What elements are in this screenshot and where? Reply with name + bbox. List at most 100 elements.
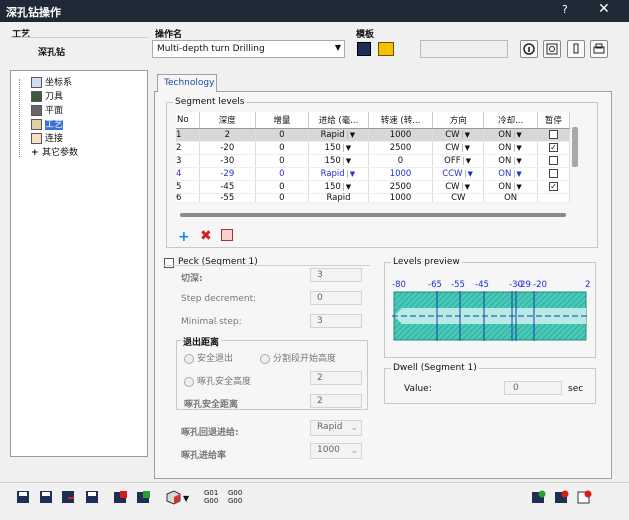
cell-direction[interactable]: OFF ▼ bbox=[432, 154, 485, 168]
chevron-down-icon[interactable]: ▼ bbox=[462, 182, 471, 191]
cell-direction[interactable]: CCW ▼ bbox=[432, 167, 485, 181]
safe-exit-radio[interactable]: 安全退出 bbox=[184, 351, 233, 364]
cell-depth[interactable]: -55 bbox=[199, 193, 256, 203]
cell-coolant[interactable]: ON ▼ bbox=[483, 154, 538, 168]
copy-row-icon[interactable] bbox=[221, 229, 233, 241]
column-header[interactable]: 冷却... bbox=[483, 112, 538, 129]
cell-speed[interactable]: 1000 bbox=[368, 193, 434, 203]
help-button[interactable]: ? bbox=[562, 3, 568, 16]
cell-speed[interactable]: 2500 bbox=[368, 141, 434, 155]
save-icon[interactable] bbox=[15, 489, 33, 507]
cell-increment[interactable]: 0 bbox=[255, 193, 310, 203]
cell-pause[interactable] bbox=[537, 154, 571, 168]
chevron-down-icon[interactable]: ▼ bbox=[343, 156, 352, 165]
pause-checkbox[interactable] bbox=[548, 129, 558, 139]
add-row-icon[interactable]: + bbox=[178, 229, 190, 245]
retract-feed-combo[interactable]: Rapid ⌄ bbox=[310, 420, 362, 436]
peck-safe-height-field[interactable]: 2 bbox=[310, 371, 362, 385]
cell-feed[interactable]: Rapid bbox=[308, 193, 369, 203]
cell-feed[interactable]: 150 ▼ bbox=[308, 154, 369, 168]
chevron-down-icon[interactable]: ▼ bbox=[462, 143, 471, 152]
tree-item-tool[interactable]: 刀具 bbox=[31, 89, 63, 103]
pause-checkbox[interactable] bbox=[548, 168, 558, 178]
cell-pause[interactable] bbox=[537, 128, 571, 142]
column-header[interactable]: 增量 bbox=[255, 112, 310, 129]
calculate-close-icon[interactable] bbox=[135, 489, 153, 507]
chevron-down-icon[interactable]: ▼ bbox=[514, 169, 523, 178]
cell-depth[interactable]: -29 bbox=[199, 167, 256, 181]
cell-direction[interactable]: CW bbox=[432, 193, 485, 203]
peck-safe-dist-field[interactable]: 2 bbox=[310, 394, 362, 408]
cell-coolant[interactable]: ON ▼ bbox=[483, 180, 538, 194]
delete-row-icon[interactable]: ✖ bbox=[200, 228, 212, 244]
cell-pause[interactable] bbox=[537, 167, 571, 181]
hint-icon[interactable] bbox=[567, 40, 585, 58]
chevron-down-icon[interactable]: ▼ bbox=[514, 156, 523, 165]
column-header[interactable]: 方向 bbox=[432, 112, 485, 129]
cell-feed[interactable]: Rapid ▼ bbox=[308, 128, 369, 142]
table-row[interactable]: 2 -20 0 150 ▼ 2500 CW ▼ ON ▼ ✓ bbox=[176, 141, 571, 155]
cell-feed[interactable]: 150 ▼ bbox=[308, 180, 369, 194]
cell-increment[interactable]: 0 bbox=[255, 128, 310, 142]
table-row[interactable]: 6 -55 0 Rapid 1000 CW ON bbox=[176, 193, 571, 203]
save-template-icon[interactable] bbox=[357, 42, 371, 56]
print-icon[interactable] bbox=[590, 40, 608, 58]
cell-speed[interactable]: 0 bbox=[368, 154, 434, 168]
radio-button[interactable] bbox=[184, 376, 194, 387]
info-icon[interactable] bbox=[520, 40, 538, 58]
column-header[interactable]: 转速 (转... bbox=[368, 112, 434, 129]
cell-direction[interactable]: CW ▼ bbox=[432, 141, 485, 155]
g-code-link-icon[interactable]: G00 G00 bbox=[228, 489, 248, 507]
tab-technology[interactable]: Technology bbox=[157, 74, 217, 92]
cell-depth[interactable]: -45 bbox=[199, 180, 256, 194]
cell-coolant[interactable]: ON ▼ bbox=[483, 141, 538, 155]
close-button[interactable]: ✕ bbox=[598, 1, 610, 17]
chevron-down-icon[interactable]: ▼ bbox=[343, 143, 352, 152]
new-operation-icon[interactable] bbox=[530, 489, 548, 507]
delete-operation-icon[interactable] bbox=[553, 489, 571, 507]
chevron-down-icon[interactable]: ▼ bbox=[514, 182, 523, 191]
image-icon[interactable] bbox=[543, 40, 561, 58]
chevron-down-icon[interactable]: ▼ bbox=[347, 130, 356, 139]
cell-direction[interactable]: CW ▼ bbox=[432, 128, 485, 142]
pause-checkbox[interactable]: ✓ bbox=[548, 142, 558, 152]
cell-increment[interactable]: 0 bbox=[255, 141, 310, 155]
tree-item-coordinate[interactable]: 坐标系 bbox=[31, 75, 72, 89]
tree-item-technology[interactable]: 工艺 bbox=[31, 117, 64, 131]
table-row[interactable]: 1 2 0 Rapid ▼ 1000 CW ▼ ON ▼ bbox=[176, 128, 571, 142]
seg-start-radio[interactable]: 分割段开始高度 bbox=[260, 351, 336, 364]
g-code-icon[interactable]: G01 G00 bbox=[204, 489, 224, 507]
chevron-down-icon[interactable]: ▼ bbox=[463, 156, 472, 165]
table-row[interactable]: 5 -45 0 150 ▼ 2500 CW ▼ ON ▼ ✓ bbox=[176, 180, 571, 194]
pause-checkbox[interactable] bbox=[548, 155, 558, 165]
cell-depth[interactable]: -30 bbox=[199, 154, 256, 168]
cell-pause[interactable] bbox=[537, 193, 571, 203]
tree-item-other[interactable]: + 其它参数 bbox=[31, 145, 78, 159]
vertical-scrollbar[interactable] bbox=[572, 127, 578, 167]
open-template-icon[interactable] bbox=[378, 42, 394, 56]
template-field[interactable] bbox=[420, 40, 508, 58]
radio-button[interactable] bbox=[260, 353, 270, 364]
pause-checkbox[interactable]: ✓ bbox=[548, 181, 558, 191]
save-close-icon[interactable] bbox=[60, 489, 78, 507]
peck-checkbox[interactable] bbox=[164, 258, 174, 268]
cell-pause[interactable]: ✓ bbox=[537, 141, 571, 155]
cell-pause[interactable]: ✓ bbox=[537, 180, 571, 194]
dwell-value-field[interactable]: 0 bbox=[504, 381, 562, 395]
close-operation-icon[interactable] bbox=[576, 489, 594, 507]
cell-feed[interactable]: Rapid ▼ bbox=[308, 167, 369, 181]
cell-speed[interactable]: 1000 bbox=[368, 128, 434, 142]
cell-coolant[interactable]: ON bbox=[483, 193, 538, 203]
chevron-down-icon[interactable]: ▼ bbox=[347, 169, 356, 178]
cell-speed[interactable]: 2500 bbox=[368, 180, 434, 194]
cell-increment[interactable]: 0 bbox=[255, 167, 310, 181]
peck-safe-height-radio[interactable]: 啄孔安全高度 bbox=[184, 374, 251, 387]
column-header[interactable]: 进给 (毫... bbox=[308, 112, 369, 129]
save-as-icon[interactable] bbox=[38, 489, 56, 507]
tree-item-link[interactable]: 连接 bbox=[31, 131, 63, 145]
column-header[interactable]: No bbox=[176, 112, 201, 129]
chevron-down-icon[interactable]: ▼ bbox=[514, 130, 523, 139]
cell-coolant[interactable]: ON ▼ bbox=[483, 167, 538, 181]
cell-depth[interactable]: 2 bbox=[199, 128, 256, 142]
min-step-field[interactable]: 3 bbox=[310, 314, 362, 328]
